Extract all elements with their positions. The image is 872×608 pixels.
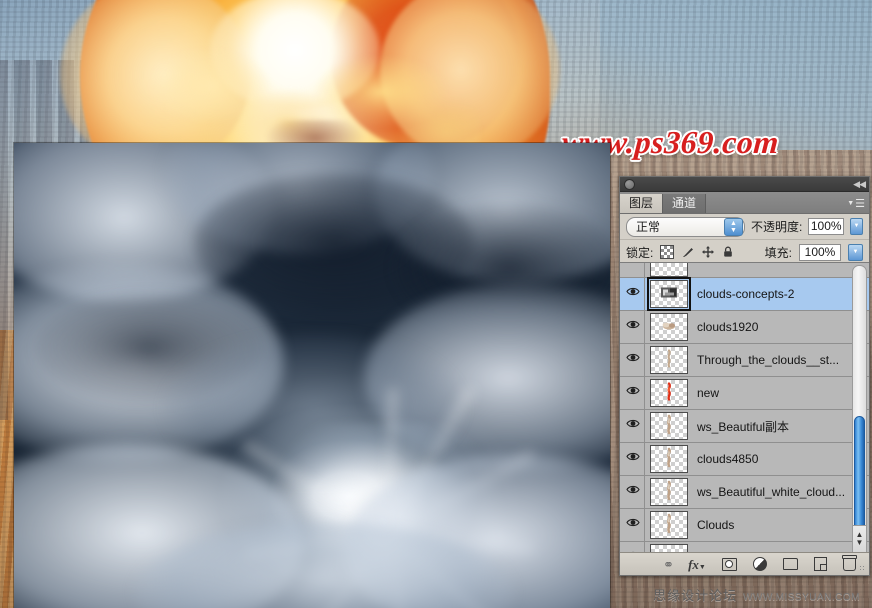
lock-transparent-pixels-icon[interactable] (660, 245, 675, 259)
layer-name[interactable]: clouds-concepts-2 (697, 287, 794, 301)
layer-name[interactable]: Clouds (697, 518, 734, 532)
layer-name[interactable]: ws_Beautiful_white_cloud... (697, 485, 845, 499)
layer-name[interactable]: new (697, 386, 719, 400)
new-group-folder-icon[interactable] (782, 558, 798, 570)
blend-mode-select[interactable]: 正常 ▲ ▼ (626, 216, 745, 237)
watermark-missyuan: 思缘设计论坛 WWW.MISSYUAN.COM (653, 585, 860, 604)
fill-dropdown-icon[interactable]: ▼ (848, 243, 863, 261)
layer-row[interactable]: clouds4850 (620, 443, 869, 476)
layer-thumbnail[interactable] (650, 263, 688, 277)
fill-label: 填充: (764, 245, 792, 260)
document-canvas-clouds[interactable] (14, 143, 610, 608)
layer-name[interactable]: clouds4850 (697, 452, 758, 466)
scroll-down-icon[interactable]: ▼ (856, 539, 864, 547)
scrollbar-arrows[interactable]: ▲ ▼ (852, 525, 867, 553)
layer-visibility-eye-icon[interactable] (622, 278, 645, 310)
blend-mode-value: 正常 (636, 220, 661, 234)
tab-layers[interactable]: 图层 (620, 194, 664, 213)
layer-row[interactable]: Through_the_clouds__st... (620, 344, 869, 377)
layer-name[interactable]: clouds1920 (697, 320, 758, 334)
watermark-missyuan-en: WWW.MISSYUAN.COM (743, 592, 860, 603)
layers-panel[interactable]: ◀◀ 图层 通道 ▼☰ 正常 ▲ ▼ 不透明度: 100% ▼ 锁定: 填充: … (619, 176, 870, 576)
new-layer-icon[interactable] (813, 557, 827, 571)
layer-row[interactable]: Clouds (620, 509, 869, 542)
layer-thumbnail[interactable] (650, 478, 688, 506)
opacity-dropdown-icon[interactable]: ▼ (850, 218, 863, 235)
thumbnail-artwork (663, 447, 675, 471)
lock-label: 锁定: (626, 245, 654, 260)
thumbnail-artwork (660, 320, 678, 335)
layer-thumbnail[interactable] (650, 346, 688, 374)
layer-visibility-eye-icon[interactable] (622, 311, 645, 343)
layer-thumbnail[interactable] (647, 277, 691, 311)
thumbnail-artwork (663, 513, 675, 537)
tab-channels[interactable]: 通道 (663, 194, 707, 213)
scrollbar-thumb[interactable] (854, 416, 865, 536)
blend-mode-row: 正常 ▲ ▼ 不透明度: 100% ▼ (620, 214, 869, 240)
lock-position-icon[interactable] (702, 246, 715, 258)
panel-dot-icon (624, 179, 635, 190)
layer-row[interactable]: new (620, 377, 869, 410)
layer-thumbnail[interactable] (650, 313, 688, 341)
layer-thumbnail[interactable] (650, 511, 688, 539)
layer-name[interactable]: ws_Beautiful副本 (697, 418, 789, 435)
layer-row[interactable]: ws_Beautiful副本 (620, 410, 869, 443)
layer-name[interactable]: Through_the_clouds__st... (697, 353, 839, 367)
layer-visibility-eye-icon[interactable] (622, 410, 645, 442)
layer-list-scrollbar[interactable] (852, 265, 867, 537)
lock-image-pixels-icon[interactable] (682, 246, 694, 258)
new-adjustment-layer-icon[interactable] (752, 557, 767, 571)
layer-thumbnail[interactable] (650, 379, 688, 407)
lock-all-icon[interactable] (722, 246, 734, 258)
layer-visibility-eye-icon[interactable] (622, 476, 645, 508)
blend-mode-spinner-icon[interactable]: ▲ ▼ (724, 217, 743, 236)
layer-style-fx-icon[interactable]: fx▼ (688, 558, 706, 571)
layer-visibility-eye-icon[interactable] (622, 344, 645, 376)
panel-menu-icon[interactable]: ▼☰ (847, 197, 865, 210)
layer-row[interactable]: clouds-concepts-2 (620, 277, 869, 311)
layer-row[interactable]: clouds1920 (620, 311, 869, 344)
screenshot-root: www.ps369.com ◀◀ 图层 通道 ▼☰ 正常 ▲ ▼ 不透明度: 1… (0, 0, 872, 608)
layer-visibility-eye-icon[interactable] (622, 263, 645, 277)
panel-resize-grip[interactable] (859, 565, 866, 572)
layer-thumbnail[interactable] (650, 412, 688, 440)
collapse-panel-icon[interactable]: ◀◀ (853, 178, 866, 190)
layer-row-partial[interactable] (620, 263, 869, 278)
opacity-label: 不透明度: (751, 220, 803, 234)
thumbnail-artwork (664, 349, 674, 371)
layer-list[interactable]: clouds-concepts-2 clouds1920 Through_the_c… (620, 262, 869, 553)
opacity-input[interactable]: 100% (808, 218, 845, 235)
layer-visibility-eye-icon[interactable] (622, 443, 645, 475)
thumbnail-artwork (659, 285, 679, 304)
watermark-missyuan-cn: 思缘设计论坛 (653, 588, 738, 603)
delete-layer-trash-icon[interactable] (841, 554, 857, 571)
thumbnail-artwork (664, 382, 674, 404)
layer-thumbnail[interactable] (650, 445, 688, 473)
thumbnail-artwork (663, 480, 675, 504)
link-layers-icon[interactable]: ⚭ (663, 558, 674, 571)
panel-tabs[interactable]: 图层 通道 ▼☰ (620, 192, 869, 214)
thumbnail-transparency-checker (651, 263, 687, 276)
thumbnail-artwork (663, 414, 675, 438)
add-layer-mask-icon[interactable] (721, 557, 737, 571)
panel-titlebar[interactable]: ◀◀ (620, 177, 869, 192)
layer-visibility-eye-icon[interactable] (622, 377, 645, 409)
layer-visibility-eye-icon[interactable] (622, 509, 645, 541)
layers-panel-footer[interactable]: ⚭ fx▼ (620, 552, 869, 575)
layer-row[interactable]: ws_Beautiful_white_cloud... (620, 476, 869, 509)
fill-input[interactable]: 100% (799, 243, 841, 261)
lock-icon-group (660, 245, 734, 259)
